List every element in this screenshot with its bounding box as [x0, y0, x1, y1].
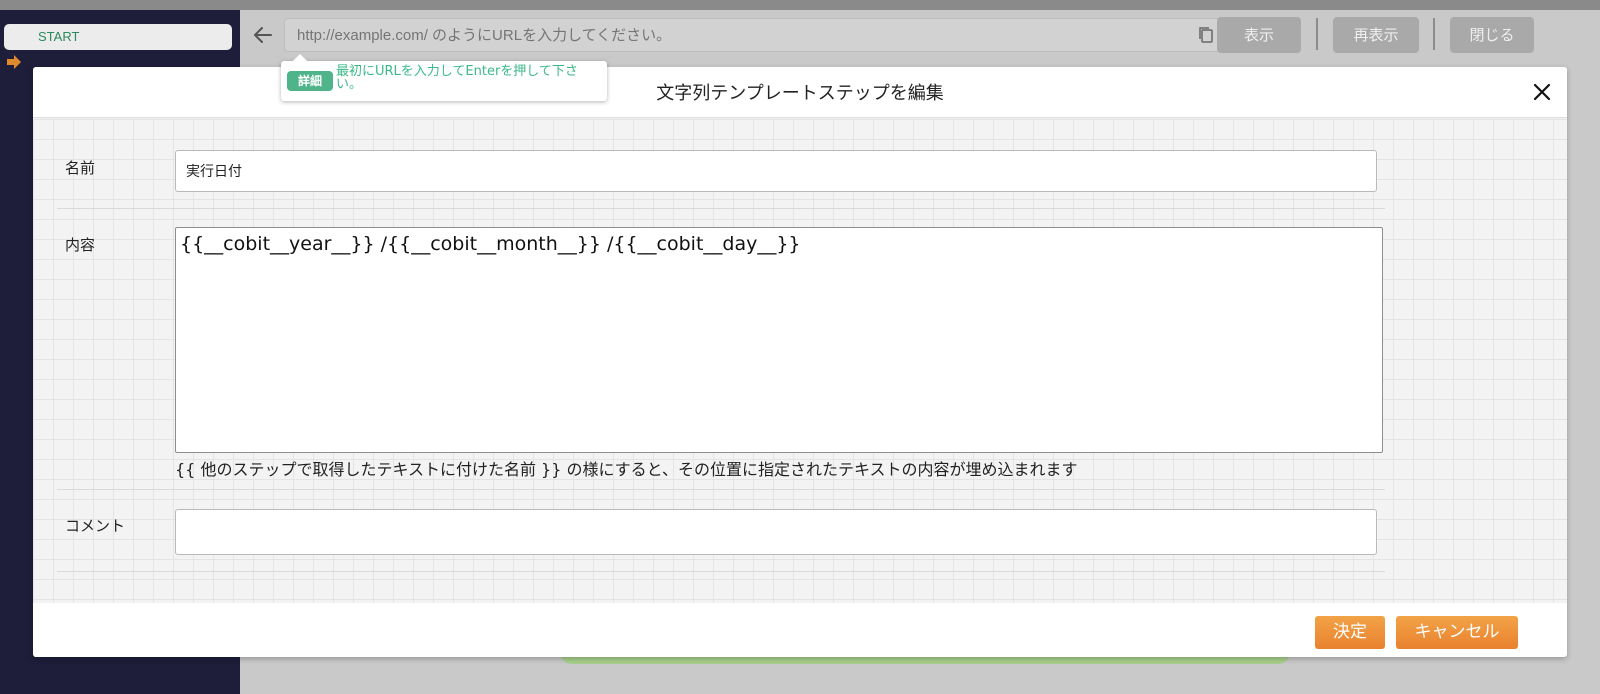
modal-body: 名前 内容 {{__cobit__year__}} /{{__cobit__mo… — [33, 119, 1567, 603]
show-button[interactable]: 表示 — [1217, 17, 1301, 53]
cancel-button[interactable]: キャンセル — [1396, 616, 1518, 649]
tooltip-caret — [293, 54, 307, 61]
modal-footer: 決定 キャンセル — [33, 603, 1567, 657]
url-input[interactable] — [285, 19, 1175, 51]
start-step[interactable]: START — [4, 24, 232, 50]
name-input[interactable] — [175, 150, 1377, 192]
back-arrow-icon[interactable] — [252, 24, 274, 46]
sidebar-top-strip — [0, 0, 240, 10]
modal-title: 文字列テンプレートステップを編集 — [656, 83, 944, 104]
toolbar-divider — [1316, 18, 1318, 50]
browser-toolbar: 表示 再表示 閉じる — [240, 0, 1600, 66]
ok-button[interactable]: 決定 — [1315, 616, 1385, 649]
divider — [57, 571, 1385, 572]
comment-label: コメント — [65, 517, 126, 535]
toolbar-divider — [1433, 18, 1435, 50]
arrow-right-icon — [7, 55, 21, 69]
content-textarea[interactable]: {{__cobit__year__}} /{{__cobit__month__}… — [175, 227, 1383, 453]
content-label: 内容 — [65, 236, 96, 254]
divider — [57, 489, 1385, 490]
name-label: 名前 — [65, 159, 96, 177]
modal-header: 文字列テンプレートステップを編集 — [33, 67, 1567, 118]
close-icon[interactable] — [1531, 81, 1553, 103]
reload-button[interactable]: 再表示 — [1333, 17, 1419, 53]
url-bar — [284, 18, 1224, 52]
content-hint: {{ 他のステップで取得したテキストに付けた名前 }} の様にすると、その位置に… — [175, 460, 1078, 479]
comment-textarea[interactable] — [175, 509, 1377, 555]
detail-badge: 詳細 — [287, 71, 333, 91]
toolbar-top-strip — [240, 0, 1600, 10]
copy-icon[interactable] — [1197, 26, 1215, 44]
divider — [57, 208, 1385, 209]
edit-step-modal: 文字列テンプレートステップを編集 名前 内容 {{__cobit__year__… — [33, 67, 1567, 657]
tooltip-text: 最初にURLを入力してEnterを押して下さい。 — [336, 64, 578, 92]
url-hint-tooltip: 詳細 最初にURLを入力してEnterを押して下さい。 — [281, 54, 607, 101]
close-page-button[interactable]: 閉じる — [1450, 17, 1534, 53]
